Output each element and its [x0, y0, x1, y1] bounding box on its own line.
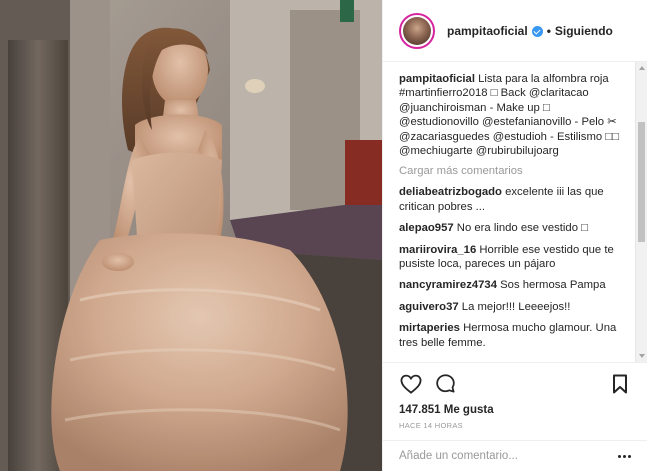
- comment-username[interactable]: aguivero37: [399, 301, 459, 313]
- follow-status-button[interactable]: Siguiendo: [555, 24, 613, 38]
- header-separator: •: [546, 23, 551, 38]
- post-photo[interactable]: [0, 0, 382, 471]
- post-photo-illustration: [0, 0, 382, 471]
- post-timestamp[interactable]: HACE 14 HORAS: [399, 421, 463, 430]
- add-comment-input[interactable]: [399, 450, 616, 462]
- comment-text: La mejor!!! Leeeejos!!: [461, 300, 571, 313]
- comment-item: deliabeatrizbogado excelente iii las que…: [399, 185, 632, 214]
- comment-item: alepao957 No era lindo ese vestido □: [399, 221, 632, 235]
- like-button[interactable]: [399, 372, 423, 396]
- post-actions: [383, 362, 647, 404]
- comment-username[interactable]: deliabeatrizbogado: [399, 186, 502, 198]
- post-sidebar: pampitaoficial • Siguiendo pampitaoficia…: [382, 0, 647, 471]
- comment-item: nancyramirez4734 Sos hermosa Pampa: [399, 278, 632, 292]
- more-options-dot: [617, 454, 621, 458]
- scrollbar-thumb[interactable]: [638, 122, 645, 242]
- heart-icon: [400, 374, 422, 394]
- avatar[interactable]: [399, 12, 435, 49]
- post-header: pampitaoficial • Siguiendo: [383, 0, 647, 62]
- header-username[interactable]: pampitaoficial: [447, 24, 528, 38]
- likes-count[interactable]: 147.851 Me gusta: [399, 404, 494, 416]
- comment-item: aguivero37 La mejor!!! Leeeejos!!: [399, 300, 632, 314]
- load-more-comments-button[interactable]: Cargar más comentarios: [399, 164, 632, 178]
- caption-text: Lista para la alfombra roja #martinfierr…: [399, 73, 619, 158]
- more-options-button[interactable]: [616, 448, 632, 464]
- comment-username[interactable]: mirtaperies: [399, 322, 460, 334]
- more-options-dot: [622, 454, 626, 458]
- post-caption: pampitaoficial Lista para la alfombra ro…: [399, 72, 632, 158]
- comment-username[interactable]: nancyramirez4734: [399, 279, 497, 291]
- comment-username[interactable]: mariirovira_16: [399, 244, 476, 256]
- chevron-down-icon: [638, 354, 645, 358]
- comments-scrollbar[interactable]: [635, 62, 647, 362]
- comment-icon: [435, 374, 455, 393]
- scroll-up-button[interactable]: [636, 62, 647, 74]
- avatar-image: [403, 16, 431, 45]
- more-options-dot: [627, 454, 631, 458]
- comment-item: mirtaperies Hermosa mucho glamour. Una t…: [399, 321, 632, 350]
- bookmark-icon: [613, 374, 627, 393]
- comment-item: mariirovira_16 Horrible ese vestido que …: [399, 243, 632, 272]
- comment-text: Sos hermosa Pampa: [500, 279, 606, 292]
- comment-text: No era lindo ese vestido □: [456, 222, 588, 235]
- chevron-up-icon: [638, 66, 645, 70]
- verified-badge-icon: [531, 26, 543, 37]
- comment-username[interactable]: alepao957: [399, 222, 454, 234]
- comments-section[interactable]: pampitaoficial Lista para la alfombra ro…: [383, 62, 647, 362]
- comment-button[interactable]: [433, 372, 457, 396]
- scroll-down-button[interactable]: [636, 350, 647, 362]
- save-button[interactable]: [608, 372, 632, 396]
- caption-username[interactable]: pampitaoficial: [399, 73, 475, 85]
- add-comment-bar: [383, 440, 647, 471]
